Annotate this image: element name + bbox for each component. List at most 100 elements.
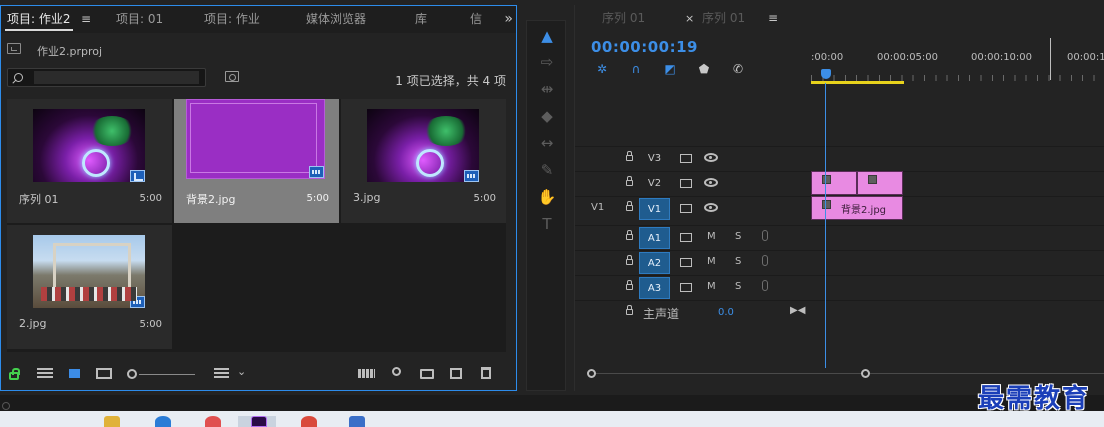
track-row-a1: A1 M S (575, 225, 1104, 249)
snap-magnet-icon[interactable]: ∩ (628, 62, 644, 76)
track-select-tool[interactable]: ⇨ (536, 51, 558, 73)
linked-selection-icon[interactable]: ◩ (662, 62, 678, 76)
type-tool[interactable]: T (536, 213, 558, 235)
lock-icon[interactable] (626, 201, 633, 211)
taskbar-premiere-icon[interactable] (251, 416, 267, 427)
mute-button[interactable]: M (707, 231, 716, 242)
sync-lock-icon[interactable] (680, 204, 692, 213)
playhead-handle[interactable] (821, 69, 831, 79)
sync-lock-icon[interactable] (680, 233, 692, 242)
new-item-icon[interactable] (450, 368, 462, 379)
clip-v2-a[interactable] (811, 171, 857, 195)
automate-to-sequence-icon[interactable] (358, 369, 375, 378)
freeform-view-icon[interactable] (96, 368, 112, 379)
taskbar-recorder-icon[interactable] (301, 416, 317, 427)
taskbar-app-icon[interactable] (205, 416, 221, 427)
eye-icon[interactable] (704, 203, 718, 212)
panel-menu-icon[interactable]: ≡ (81, 6, 91, 33)
selection-tool[interactable]: ▲ (536, 25, 558, 47)
lock-icon[interactable] (626, 305, 633, 315)
sync-lock-icon[interactable] (680, 179, 692, 188)
microphone-icon[interactable] (762, 255, 768, 266)
project-item-background2[interactable]: 背景2.jpg 5:00 (174, 99, 339, 223)
list-view-icon[interactable] (37, 368, 53, 379)
tab-overflow-icon[interactable]: » (504, 6, 513, 33)
project-panel: 项目: 作业2 ≡ 项目: 01 项目: 作业 媒体浏览器 库 信 » 作业2.… (0, 5, 517, 391)
project-item-2jpg[interactable]: 2.jpg 5:00 (7, 225, 172, 349)
icon-view-icon[interactable] (69, 369, 80, 378)
track-header-a2: A2 M S (575, 251, 811, 275)
lock-icon[interactable] (626, 176, 633, 186)
track-name-v1[interactable]: V1 (639, 198, 670, 220)
close-icon[interactable]: × (685, 5, 694, 32)
add-marker-icon[interactable]: ⬟ (696, 62, 712, 76)
sync-lock-icon[interactable] (680, 154, 692, 163)
eye-icon[interactable] (704, 178, 718, 187)
tab-info[interactable]: 信 (470, 6, 482, 33)
track-name-a3[interactable]: A3 (639, 277, 670, 299)
project-item-sequence-01[interactable]: 序列 01 5:00 (7, 99, 172, 223)
nest-icon[interactable]: ✲ (594, 62, 610, 76)
taskbar-explorer-icon[interactable] (104, 416, 120, 427)
time-ruler[interactable]: :00:00 00:00:05:00 00:00:10:00 00:00:15 (811, 38, 1104, 85)
sync-lock-icon[interactable] (680, 283, 692, 292)
lock-icon[interactable] (626, 151, 633, 161)
write-protect-lock-icon[interactable] (9, 368, 20, 380)
clip-v2-b[interactable] (857, 171, 903, 195)
search-icon[interactable] (14, 73, 23, 82)
find-icon[interactable] (392, 367, 401, 376)
eye-icon[interactable] (704, 153, 718, 162)
zoom-slider-track[interactable] (139, 374, 195, 375)
tab-media-browser[interactable]: 媒体浏览器 (306, 6, 366, 33)
status-indicator-icon (2, 402, 10, 410)
hand-tool[interactable]: ✋ (536, 186, 558, 208)
track-name-v2[interactable]: V2 (639, 173, 670, 195)
slip-tool[interactable]: ↔ (536, 132, 558, 154)
panel-menu-icon[interactable]: ≡ (768, 5, 778, 32)
tab-sequence-01-a[interactable]: 序列 01 (602, 5, 645, 32)
sync-lock-icon[interactable] (680, 258, 692, 267)
playhead-timecode[interactable]: 00:00:00:19 (591, 38, 698, 56)
new-search-bin-icon[interactable] (225, 71, 239, 82)
sort-icons-icon[interactable] (214, 368, 229, 379)
scrollbar-end-handle[interactable] (861, 369, 870, 378)
track-header-v3: V3 (575, 147, 811, 171)
playhead-line[interactable] (825, 83, 826, 368)
mute-button[interactable]: M (707, 281, 716, 292)
microphone-icon[interactable] (762, 230, 768, 241)
new-bin-icon[interactable] (420, 369, 434, 379)
project-item-3jpg[interactable]: 3.jpg 5:00 (341, 99, 506, 223)
search-input[interactable] (34, 71, 199, 84)
microphone-icon[interactable] (762, 280, 768, 291)
go-to-end-icon[interactable]: ▶◀ (790, 305, 805, 316)
item-name: 2.jpg (19, 317, 47, 330)
solo-button[interactable]: S (735, 256, 741, 267)
chevron-down-icon[interactable]: ⌄ (237, 365, 246, 378)
track-name-v3[interactable]: V3 (639, 148, 670, 170)
tab-libraries[interactable]: 库 (415, 6, 427, 33)
lock-icon[interactable] (626, 255, 633, 265)
pen-tool[interactable]: ✎ (536, 159, 558, 181)
project-items-grid: 序列 01 5:00 背景2.jpg 5:00 3.jpg 5:00 2.jpg… (7, 99, 506, 352)
tab-sequence-01-b[interactable]: 序列 01 (702, 5, 745, 32)
mute-button[interactable]: M (707, 256, 716, 267)
master-volume-value[interactable]: 0.0 (718, 307, 734, 318)
tab-project-homework[interactable]: 项目: 作业 (204, 6, 260, 33)
source-patch-v1[interactable]: V1 (591, 202, 604, 213)
solo-button[interactable]: S (735, 231, 741, 242)
timeline-scrollbar-track[interactable] (589, 373, 1104, 374)
zoom-slider-handle[interactable] (127, 369, 137, 379)
tab-project-01[interactable]: 项目: 01 (116, 6, 163, 33)
taskbar-browser-icon[interactable] (155, 416, 171, 427)
scrollbar-start-handle[interactable] (587, 369, 596, 378)
lock-icon[interactable] (626, 280, 633, 290)
trash-icon[interactable] (481, 367, 491, 379)
solo-button[interactable]: S (735, 281, 741, 292)
track-name-a1[interactable]: A1 (639, 227, 670, 249)
lock-icon[interactable] (626, 230, 633, 240)
razor-tool[interactable]: ◆ (536, 105, 558, 127)
wrench-icon[interactable]: ✆ (730, 62, 746, 76)
ripple-edit-tool[interactable]: ⇹ (536, 78, 558, 100)
track-name-a2[interactable]: A2 (639, 252, 670, 274)
taskbar-media-icon[interactable] (349, 416, 365, 427)
